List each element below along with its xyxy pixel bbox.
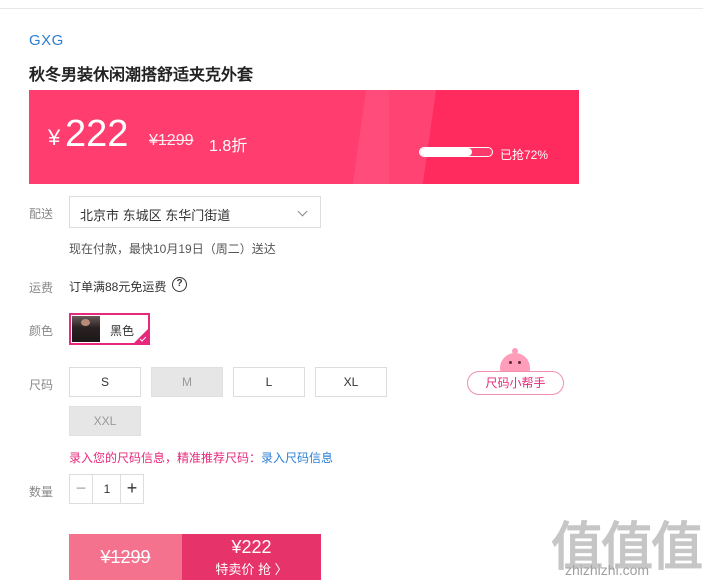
sold-progress-text: 已抢72% xyxy=(500,148,549,162)
discount-rate: 1.8折 xyxy=(209,138,248,155)
size-helper-button[interactable]: 尺码小帮手 xyxy=(467,371,564,395)
size-option-xxl: XXL xyxy=(69,406,141,436)
quantity-label: 数量 xyxy=(29,485,54,499)
top-divider xyxy=(0,8,703,9)
help-icon[interactable]: ? xyxy=(172,277,187,292)
delivery-label: 配送 xyxy=(29,207,54,221)
delivery-eta: 现在付款，最快10月19日（周二）送达 xyxy=(69,242,276,256)
size-option-l[interactable]: L xyxy=(233,367,305,397)
sold-progress-bar xyxy=(419,147,493,157)
color-option-black[interactable]: 黑色 xyxy=(69,313,150,345)
mascot-eye-icon xyxy=(518,361,521,364)
shipping-label: 运费 xyxy=(29,281,54,295)
quantity-stepper: − 1 + xyxy=(69,474,144,504)
current-price: 222 xyxy=(65,113,129,155)
watermark-url: zhizhizhi.com xyxy=(565,562,650,578)
size-label: 尺码 xyxy=(29,378,54,392)
size-helper-mascot-icon[interactable] xyxy=(500,348,530,373)
buy-now-price: ¥222 xyxy=(231,537,272,557)
shipping-text: 订单满88元免运费 xyxy=(69,280,167,294)
address-select[interactable]: 北京市 东城区 东华门街道 xyxy=(69,196,321,228)
address-value: 北京市 东城区 东华门街道 xyxy=(80,208,231,223)
banner-diagonal-accent xyxy=(350,90,438,184)
color-option-label: 黑色 xyxy=(110,324,135,338)
mascot-eye-icon xyxy=(509,361,512,364)
size-note-link[interactable]: 录入尺码信息 xyxy=(261,451,333,465)
color-thumbnail xyxy=(72,316,100,342)
size-option-m: M xyxy=(151,367,223,397)
quantity-value[interactable]: 1 xyxy=(93,475,121,503)
brand-name[interactable]: GXG xyxy=(29,32,64,49)
chevron-down-icon xyxy=(297,206,308,217)
original-price: ¥1299 xyxy=(149,132,194,149)
original-price-button[interactable]: ¥1299 xyxy=(69,534,182,580)
size-option-s[interactable]: S xyxy=(69,367,141,397)
size-note: 录入您的尺码信息，精准推荐尺码：录入尺码信息 xyxy=(69,449,333,466)
size-note-text: 录入您的尺码信息，精准推荐尺码： xyxy=(69,451,262,465)
currency-symbol: ¥ xyxy=(48,125,61,150)
color-label: 颜色 xyxy=(29,324,54,338)
quantity-decrease-button[interactable]: − xyxy=(70,475,93,503)
product-title: 秋冬男装休闲潮搭舒适夹克外套 xyxy=(29,67,254,84)
buy-now-label: 特卖价 抢 〉 xyxy=(215,562,288,577)
sold-progress-fill xyxy=(420,148,472,156)
quantity-increase-button[interactable]: + xyxy=(120,475,143,503)
size-option-xl[interactable]: XL xyxy=(315,367,387,397)
buy-now-button[interactable]: ¥222 特卖价 抢 〉 xyxy=(182,534,321,580)
